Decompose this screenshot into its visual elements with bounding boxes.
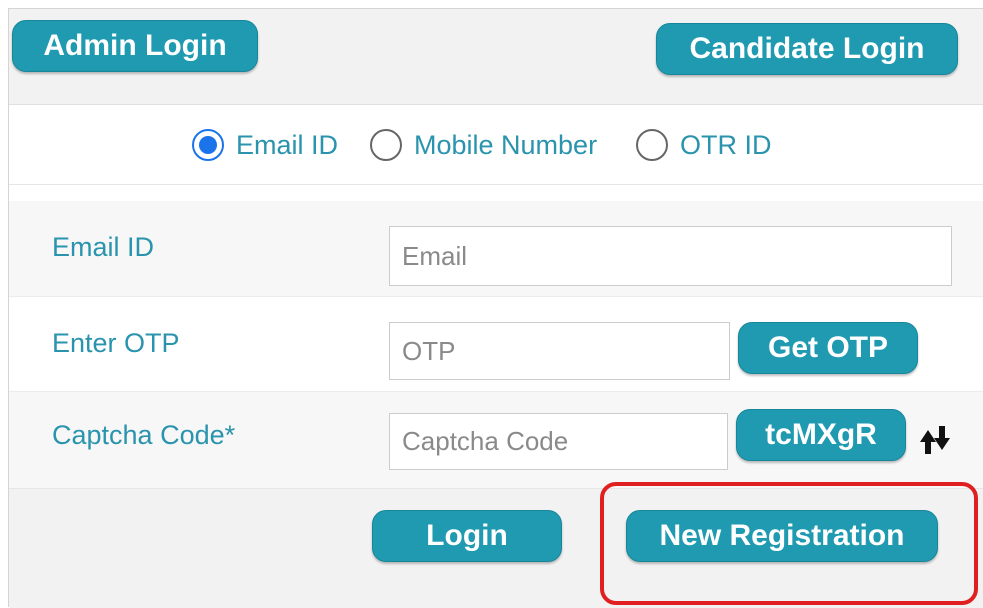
get-otp-button[interactable]: Get OTP [738, 322, 918, 374]
mobile-radio[interactable] [370, 129, 402, 161]
captcha-code-display: tcMXgR [736, 409, 906, 461]
otr-radio-label: OTR ID [680, 129, 772, 160]
candidate-login-button[interactable]: Candidate Login [656, 23, 958, 75]
radio-option-email[interactable]: Email ID [192, 128, 338, 162]
email-radio[interactable] [192, 129, 224, 161]
new-registration-button[interactable]: New Registration [626, 510, 938, 562]
admin-login-button[interactable]: Admin Login [12, 20, 258, 72]
email-label: Email ID [52, 232, 155, 262]
captcha-label: Captcha Code* [52, 420, 236, 450]
otr-radio[interactable] [636, 129, 668, 161]
login-button[interactable]: Login [372, 510, 562, 562]
mobile-radio-label: Mobile Number [414, 129, 598, 160]
captcha-input[interactable] [389, 413, 728, 470]
email-input[interactable] [389, 226, 952, 286]
radio-option-otr[interactable]: OTR ID [636, 128, 772, 162]
email-radio-label: Email ID [236, 129, 339, 160]
otp-label: Enter OTP [52, 328, 180, 358]
refresh-arrows-icon[interactable] [916, 420, 954, 460]
otp-input[interactable] [389, 322, 730, 380]
radio-option-mobile[interactable]: Mobile Number [370, 128, 597, 162]
